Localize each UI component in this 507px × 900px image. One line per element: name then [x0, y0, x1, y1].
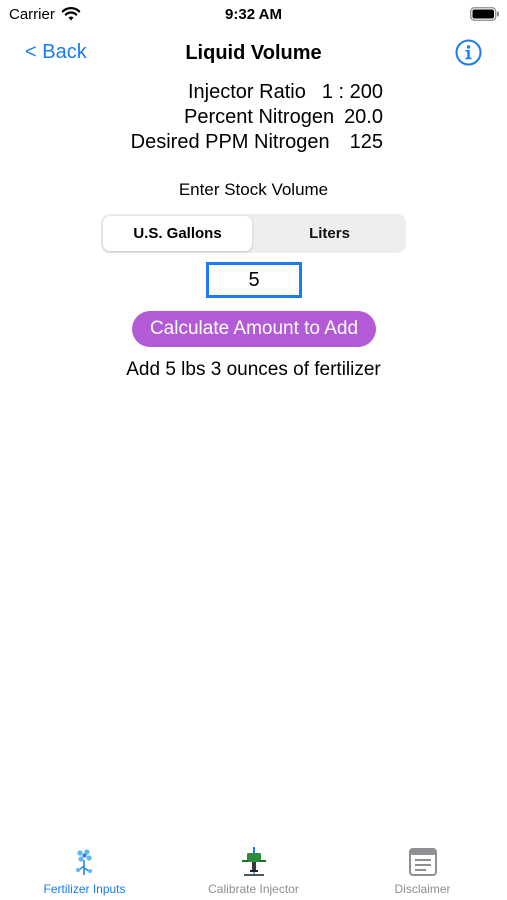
tab-fertilizer-inputs[interactable]: Fertilizer Inputs	[0, 838, 169, 900]
document-icon	[408, 848, 437, 876]
tab-disclaimer[interactable]: Disclaimer	[338, 838, 507, 900]
info-value: 20.0	[344, 106, 383, 128]
info-label: Percent Nitrogen	[183, 106, 335, 128]
unit-segmented-control: U.S. Gallons Liters	[101, 214, 406, 253]
status-time: 9:32 AM	[225, 6, 282, 23]
status-bar: Carrier 9:32 AM	[0, 0, 507, 28]
fertilizer-summary: Injector Ratio 1 : 200 Percent Nitrogen …	[131, 80, 383, 155]
segment-us-gallons[interactable]: U.S. Gallons	[103, 216, 252, 251]
tab-label: Disclaimer	[394, 882, 451, 896]
tab-calibrate-injector[interactable]: Calibrate Injector	[169, 838, 338, 900]
stock-volume-input[interactable]	[206, 262, 302, 298]
flowers-icon	[75, 849, 92, 875]
info-value: 125	[349, 131, 383, 153]
segment-liters[interactable]: Liters	[255, 216, 404, 251]
info-row-desired-ppm: Desired PPM Nitrogen 125	[131, 130, 383, 155]
tab-bar: Fertilizer Inputs Calibrate Injector Dis…	[0, 838, 507, 900]
info-row-injector-ratio: Injector Ratio 1 : 200	[131, 80, 383, 105]
info-row-percent-nitrogen: Percent Nitrogen 20.0	[131, 105, 383, 130]
navigation-bar: < Back Liquid Volume	[0, 30, 507, 76]
info-circle-icon[interactable]	[455, 39, 482, 66]
page-title: Liquid Volume	[185, 42, 322, 64]
injector-icon	[241, 847, 266, 876]
info-value: 1 : 200	[321, 81, 383, 103]
battery-icon	[470, 7, 499, 21]
tab-label: Calibrate Injector	[208, 882, 299, 896]
info-label: Desired PPM Nitrogen	[130, 131, 330, 153]
result-text: Add 5 lbs 3 ounces of fertilizer	[126, 359, 381, 380]
stock-volume-prompt: Enter Stock Volume	[178, 180, 329, 199]
tab-label: Fertilizer Inputs	[43, 882, 126, 896]
info-label: Injector Ratio	[187, 81, 306, 103]
calculate-button[interactable]: Calculate Amount to Add	[132, 311, 376, 347]
